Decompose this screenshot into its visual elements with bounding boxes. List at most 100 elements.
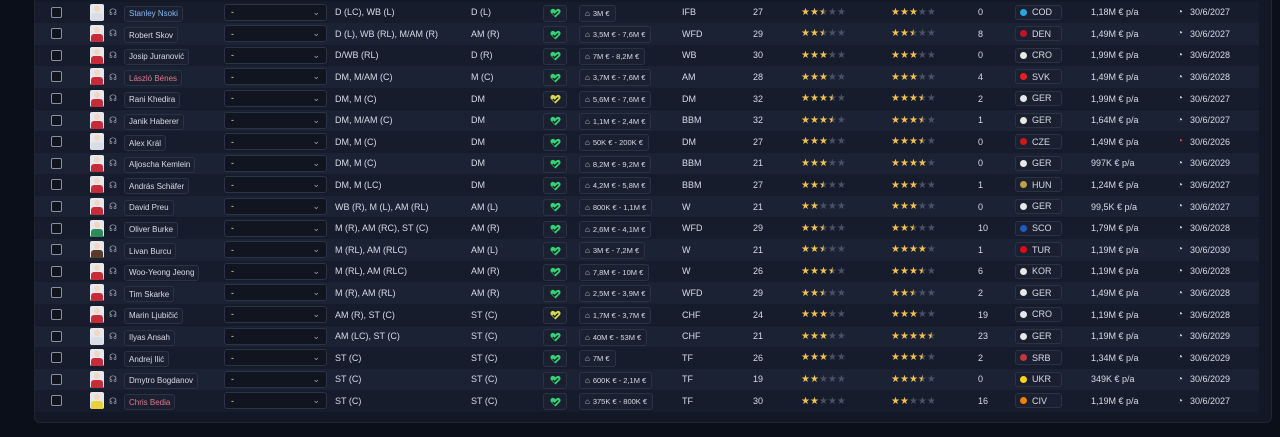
table-row[interactable]: ☊ László Bénes - ⌄ DM, M/AM (C) M (C) ⌂ 3,7M € … xyxy=(35,66,1259,88)
player-name[interactable]: András Schäfer xyxy=(124,178,190,195)
table-row[interactable]: ☊ Stanley Nsoki - ⌄ D (LC), WB (L) D (L) ⌂ 3M €… xyxy=(35,1,1259,24)
interest-heart-icon[interactable] xyxy=(543,328,567,346)
table-row[interactable]: ☊ Janik Haberer - ⌄ DM, M/AM (C) DM ⌂ 1,1M € - … xyxy=(35,109,1259,132)
squad-role-dropdown[interactable]: - ⌄ xyxy=(224,241,327,259)
squad-role-dropdown[interactable]: - ⌄ xyxy=(224,46,327,64)
row-select-checkbox[interactable] xyxy=(51,92,62,104)
interest-heart-icon[interactable] xyxy=(543,285,567,303)
player-name[interactable]: Aljoscha Kemlein xyxy=(124,156,196,173)
player-name[interactable]: Tim Skarke xyxy=(124,286,175,303)
player-name[interactable]: Janik Haberer xyxy=(124,113,184,130)
table-row[interactable]: ☊ Andrej Ilić - ⌄ ST (C) ST (C) ⌂ 7M € TF 26 ★ ★ ★ ★ ★… xyxy=(35,347,1259,369)
squad-role-dropdown[interactable]: - ⌄ xyxy=(224,262,327,280)
table-row[interactable]: ☊ Alex Král - ⌄ DM, M (C) DM ⌂ 50K € - 200K € DM… xyxy=(35,131,1259,153)
interest-heart-icon[interactable] xyxy=(543,4,567,22)
row-select-checkbox[interactable] xyxy=(51,114,62,126)
table-row[interactable]: ☊ Rani Khedira - ⌄ DM, M (C) DM ⌂ 5,6M € - 7,6M… xyxy=(35,87,1259,110)
squad-role-dropdown[interactable]: - ⌄ xyxy=(224,284,327,302)
row-select-checkbox[interactable] xyxy=(51,352,62,364)
squad-role-dropdown[interactable]: - ⌄ xyxy=(224,370,327,388)
row-select-checkbox[interactable] xyxy=(51,49,62,61)
interest-heart-icon[interactable] xyxy=(543,69,567,87)
interest-heart-icon[interactable] xyxy=(543,112,567,130)
row-select-checkbox[interactable] xyxy=(51,200,62,212)
interest-heart-icon[interactable] xyxy=(543,393,567,411)
player-name[interactable]: Livan Burcu xyxy=(124,243,177,260)
interest-heart-icon[interactable] xyxy=(543,371,567,389)
interest-heart-icon[interactable] xyxy=(543,263,567,281)
squad-role-dropdown[interactable]: - ⌄ xyxy=(224,219,327,237)
interest-heart-icon[interactable] xyxy=(543,134,567,152)
table-row[interactable]: ☊ Josip Juranović - ⌄ D/WB (RL) D (R) ⌂ 7M € - … xyxy=(35,44,1259,67)
row-select-checkbox[interactable] xyxy=(51,265,62,277)
row-select-checkbox[interactable] xyxy=(51,179,62,191)
table-row[interactable]: ☊ Woo-Yeong Jeong - ⌄ M (RL), AM (RLC) AM (R)… xyxy=(35,260,1259,283)
row-select-checkbox[interactable] xyxy=(51,222,62,234)
table-row[interactable]: ☊ Oliver Burke - ⌄ M (R), AM (RC), ST (C) AM … xyxy=(35,217,1259,240)
squad-role-dropdown[interactable]: - ⌄ xyxy=(224,154,327,172)
interest-heart-icon[interactable] xyxy=(543,26,567,44)
squad-role-dropdown[interactable]: - ⌄ xyxy=(224,111,327,129)
player-name[interactable]: Andrej Ilić xyxy=(124,351,170,368)
squad-role-dropdown[interactable]: - ⌄ xyxy=(224,68,327,86)
interest-heart-icon[interactable] xyxy=(543,155,567,173)
row-select-checkbox[interactable] xyxy=(51,244,62,256)
table-row[interactable]: ☊ David Preu - ⌄ WB (R), M (L), AM (RL) AM (L… xyxy=(35,195,1259,218)
row-select-checkbox[interactable] xyxy=(51,330,62,342)
squad-role-dropdown[interactable]: - ⌄ xyxy=(224,25,327,43)
squad-role-dropdown[interactable]: - ⌄ xyxy=(224,327,327,345)
squad-role-dropdown[interactable]: - ⌄ xyxy=(224,89,327,107)
row-select-checkbox[interactable] xyxy=(51,373,62,385)
interest-heart-icon[interactable] xyxy=(543,198,567,216)
interest-heart-icon[interactable] xyxy=(543,306,567,324)
squad-role-dropdown[interactable]: - ⌄ xyxy=(224,176,327,194)
clock-icon: ◔ xyxy=(1176,179,1184,191)
price-tag-icon: ⌂ xyxy=(585,267,590,277)
squad-role-dropdown[interactable]: - ⌄ xyxy=(224,349,327,367)
squad-role-dropdown[interactable]: - ⌄ xyxy=(224,305,327,323)
row-select-checkbox[interactable] xyxy=(51,287,62,299)
table-row[interactable]: ☊ Dmytro Bogdanov - ⌄ ST (C) ST (C) ⌂ 600K € - … xyxy=(35,368,1259,391)
row-select-checkbox[interactable] xyxy=(51,28,62,40)
player-name[interactable]: Marin Ljubičić xyxy=(124,307,183,324)
player-name[interactable]: Stanley Nsoki xyxy=(124,5,183,22)
row-select-checkbox[interactable] xyxy=(51,136,62,148)
interest-heart-icon[interactable] xyxy=(543,220,567,238)
table-row[interactable]: ☊ Aljoscha Kemlein - ⌄ DM, M (C) DM ⌂ 8,2M € - … xyxy=(35,152,1259,175)
squad-role-dropdown[interactable]: - ⌄ xyxy=(224,197,327,215)
player-name[interactable]: Oliver Burke xyxy=(124,221,179,238)
table-row[interactable]: ☊ Robert Skov - ⌄ D (L), WB (RL), M/AM (R) AM… xyxy=(35,23,1259,45)
player-name[interactable]: Chris Bedia xyxy=(124,394,176,411)
table-row[interactable]: ☊ Livan Burcu - ⌄ M (RL), AM (RLC) AM (L) ⌂ 3M … xyxy=(35,239,1259,261)
table-row[interactable]: ☊ Ilyas Ansah - ⌄ AM (LC), ST (C) ST (C) ⌂ 40M … xyxy=(35,325,1259,348)
interest-heart-icon[interactable] xyxy=(543,242,567,260)
row-select-checkbox[interactable] xyxy=(51,6,62,18)
player-name[interactable]: László Bénes xyxy=(124,70,183,87)
star-icon: ★ xyxy=(818,28,828,40)
row-select-checkbox[interactable] xyxy=(51,308,62,320)
nationality-code: SRB xyxy=(1032,352,1051,363)
player-name[interactable]: Alex Král xyxy=(124,135,167,152)
interest-heart-icon[interactable] xyxy=(543,90,567,108)
row-select-checkbox[interactable] xyxy=(51,395,62,407)
table-row[interactable]: ☊ András Schäfer - ⌄ DM, M (LC) DM ⌂ 4,2M € - 5… xyxy=(35,174,1259,196)
player-name[interactable]: Ilyas Ansah xyxy=(124,329,175,346)
player-name[interactable]: Josip Juranović xyxy=(124,48,190,65)
star-icon: ★ xyxy=(899,287,909,299)
interest-heart-icon[interactable] xyxy=(543,350,567,368)
player-name[interactable]: Dmytro Bogdanov xyxy=(124,372,199,389)
squad-role-dropdown[interactable]: - ⌄ xyxy=(224,3,327,21)
table-row[interactable]: ☊ Chris Bedia - ⌄ ST (C) ST (C) ⌂ 375K € - 800K… xyxy=(35,390,1259,412)
player-name[interactable]: Robert Skov xyxy=(124,27,179,44)
player-name[interactable]: Rani Khedira xyxy=(124,91,181,108)
row-select-checkbox[interactable] xyxy=(51,157,62,169)
table-row[interactable]: ☊ Marin Ljubičić - ⌄ AM (R), ST (C) ST (C) ⌂ 1,… xyxy=(35,303,1259,326)
squad-role-dropdown[interactable]: - ⌄ xyxy=(224,392,327,410)
squad-role-dropdown[interactable]: - ⌄ xyxy=(224,133,327,151)
table-row[interactable]: ☊ Tim Skarke - ⌄ M (R), AM (RL) AM (R) ⌂ 2,5M €… xyxy=(35,282,1259,304)
interest-heart-icon[interactable] xyxy=(543,177,567,195)
row-select-checkbox[interactable] xyxy=(51,71,62,83)
player-name[interactable]: Woo-Yeong Jeong xyxy=(124,264,200,281)
interest-heart-icon[interactable] xyxy=(543,47,567,65)
player-name[interactable]: David Preu xyxy=(124,199,174,216)
